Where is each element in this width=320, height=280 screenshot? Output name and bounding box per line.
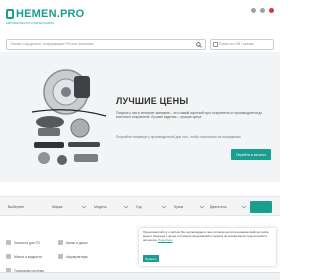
chevron-down-icon	[200, 205, 204, 209]
category-label: Аккумуляторы	[66, 254, 88, 259]
category-icon	[6, 254, 11, 259]
cookie-more-link[interactable]: Подробнее	[158, 238, 173, 242]
logo-text: HEMEN.PRO	[16, 8, 85, 20]
search-icon[interactable]	[196, 41, 202, 48]
chevron-down-icon	[82, 205, 86, 209]
catalog-button[interactable]: Перейти в каталог	[231, 149, 271, 160]
category-item[interactable]: Запчасти для ТО	[6, 240, 40, 245]
category-icon	[58, 254, 63, 259]
vin-search-label: Поиск по VIN / кузову	[219, 42, 254, 46]
cookie-text: Продолжая работу с сайтом, Вы подтвержда…	[143, 230, 272, 242]
chevron-down-icon	[162, 205, 166, 209]
category-icon	[6, 240, 11, 245]
filter-label: Выберите	[8, 205, 25, 209]
filter-label: Двигатель	[210, 205, 227, 209]
bottom-bar	[0, 272, 280, 280]
header: HEMEN.PRO АВТОЗАПЧАСТИ И АКСЕССУАРЫ Иска…	[0, 0, 280, 52]
chevron-down-icon	[124, 205, 128, 209]
category-label: Запчасти для ТО	[14, 240, 41, 245]
filter-label: Кузов	[174, 205, 184, 209]
filter-label: Год	[136, 205, 142, 209]
filter-select-1[interactable]: Выберите	[8, 202, 44, 212]
cart-icon[interactable]	[269, 8, 274, 13]
cookie-banner: Продолжая работу с сайтом, Вы подтвержда…	[139, 228, 276, 266]
category-item[interactable]: Масла и жидкости	[6, 254, 42, 259]
search-input[interactable]: Искать код детали, информацию PN или опи…	[6, 38, 206, 50]
hero-title: ЛУЧШИЕ ЦЕНЫ	[116, 96, 189, 106]
hero-text: Покупка у нас в интернет-магазине – это …	[116, 111, 263, 120]
filter-select-brand[interactable]: Марка	[52, 202, 86, 212]
category-item[interactable]: Аккумуляторы	[58, 254, 88, 259]
category-icon	[58, 240, 63, 245]
logo[interactable]: HEMEN.PRO	[6, 8, 84, 20]
page: HEMEN.PRO АВТОЗАПЧАСТИ И АКСЕССУАРЫ Иска…	[0, 0, 280, 280]
filter-select-model[interactable]: Модель	[94, 202, 128, 212]
search-placeholder: Искать код детали, информацию PN или опи…	[11, 42, 94, 46]
filter-select-engine[interactable]: Двигатель	[210, 202, 246, 212]
vin-search-button[interactable]: Поиск по VIN / кузову	[210, 38, 274, 50]
brake-parts-image	[31, 69, 107, 165]
filter-select-year[interactable]: Год	[136, 202, 166, 212]
vehicle-filter-bar: Выберите Марка Модель Год Кузов Двигател…	[0, 196, 280, 216]
category-item[interactable]: Шины и диски	[58, 240, 87, 245]
car-icon	[213, 42, 218, 47]
filter-select-body[interactable]: Кузов	[174, 202, 204, 212]
logo-tagline: АВТОЗАПЧАСТИ И АКСЕССУАРЫ	[6, 21, 55, 25]
filter-label: Модель	[94, 205, 107, 209]
logo-mark-icon	[6, 9, 14, 19]
header-actions	[251, 8, 274, 13]
category-label: Масла и жидкости	[14, 254, 42, 259]
filter-label: Марка	[52, 205, 63, 209]
category-label: Шины и диски	[66, 240, 88, 245]
cookie-accept-button[interactable]: Принять	[143, 255, 159, 262]
favorites-icon[interactable]	[260, 8, 265, 13]
search-row: Искать код детали, информацию PN или опи…	[6, 38, 274, 50]
hero-banner: ЛУЧШИЕ ЦЕНЫ Покупка у нас в интернет-маг…	[0, 52, 280, 182]
chevron-down-icon	[242, 205, 246, 209]
user-icon[interactable]	[251, 8, 256, 13]
filter-search-button[interactable]	[250, 201, 272, 213]
hero-subtext: Покупайте напрямую у производителей для …	[116, 135, 241, 139]
